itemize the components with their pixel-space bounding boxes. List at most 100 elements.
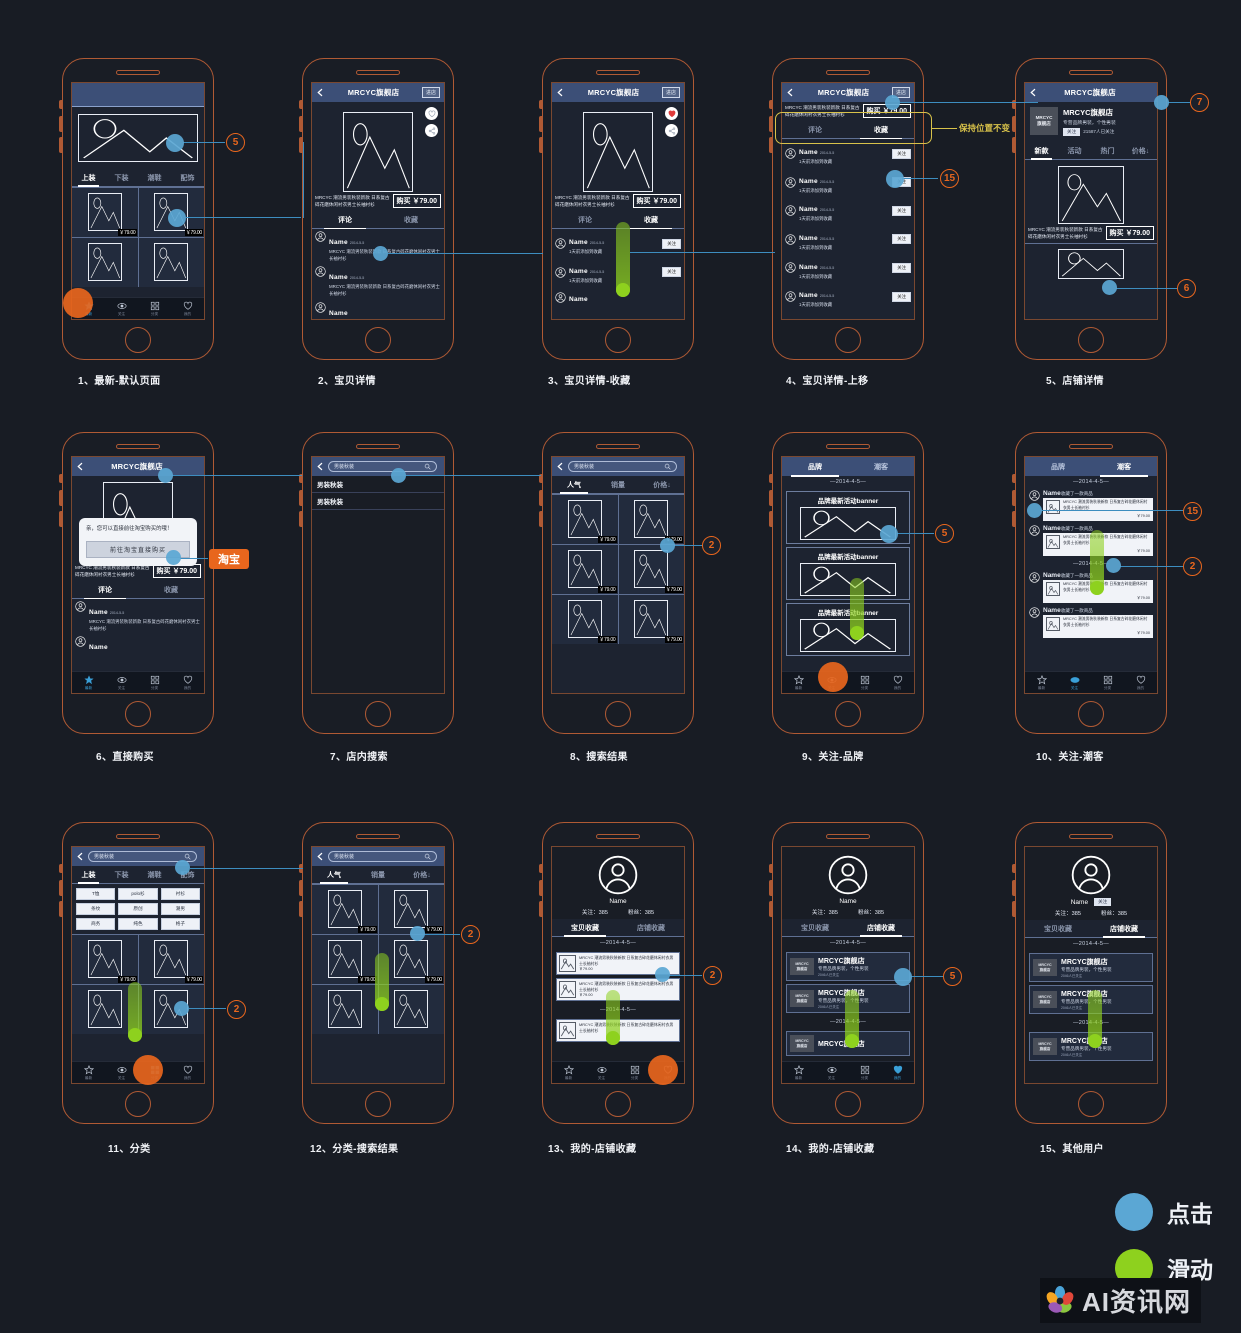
tabbar-item-latest[interactable]: 最新 [72, 672, 105, 693]
chip-trend[interactable]: 潮男 [160, 903, 200, 915]
tabbar-item-category[interactable]: 分类 [848, 1062, 881, 1083]
phone-home-button[interactable] [1078, 327, 1104, 353]
shop-product-item[interactable] [1025, 160, 1157, 224]
product-cell[interactable]: ￥79.00 [618, 595, 684, 644]
tab-activity[interactable]: 活动 [1058, 142, 1091, 159]
feed-item[interactable]: Name收藏了一款商品 MRCYC 潮流男装秋装新款 日系复古碎花磨休闲衬衣男士… [1025, 605, 1157, 640]
tab-bottoms[interactable]: 下装 [105, 169, 138, 186]
chip-shirt[interactable]: 衬衫 [160, 888, 200, 900]
product-cell[interactable] [138, 238, 204, 287]
tab-collections[interactable]: 收藏 [138, 581, 204, 598]
suggestion-item[interactable]: 男装秋装 [312, 493, 444, 510]
favorite-button[interactable] [425, 107, 438, 120]
chip-solid[interactable]: 纯色 [118, 918, 158, 930]
enter-shop-button[interactable]: 进店 [421, 87, 440, 98]
tabbar-item-latest[interactable]: 最新 [782, 672, 815, 693]
product-cell[interactable]: ￥79.00 [72, 188, 138, 237]
follow-user-button[interactable]: 关注 [1094, 898, 1112, 906]
tab-trendsetter[interactable]: 潮客 [1091, 457, 1157, 477]
tab-brand[interactable]: 品牌 [782, 457, 848, 477]
tabbar-item-follow[interactable]: 关注 [585, 1062, 618, 1083]
tab-popularity[interactable]: 人气 [552, 476, 596, 494]
share-button[interactable] [425, 124, 438, 137]
enter-shop-button[interactable]: 进店 [661, 87, 680, 98]
tabbar-item-category[interactable]: 分类 [848, 672, 881, 693]
shop-collection-item[interactable]: MRCYC 旗舰店 MRCYC旗舰店 专营品牌男装，个性男装 2046人已关注 [786, 952, 910, 981]
tabbar-item-follow[interactable]: 关注 [105, 298, 138, 319]
banner-card[interactable]: 品牌最新活动banner [786, 547, 910, 600]
chip-polo[interactable]: polo衫 [118, 888, 158, 900]
back-icon[interactable] [76, 462, 85, 471]
buy-button[interactable]: 购买 ￥79.00 [392, 194, 441, 209]
tabbar-item-follow[interactable]: 关注 [1058, 672, 1091, 693]
tabbar-item-mine[interactable]: 我的 [171, 298, 204, 319]
collect-list[interactable]: Name 2014-5-5 1天前添加到收藏 关注 Name 2014-5-5 1天前添加… [782, 139, 914, 319]
product-cell[interactable]: ￥79.00 [618, 495, 684, 544]
bottom-tabbar[interactable]: 最新 关注 分类 我的 [782, 671, 914, 693]
tab-shoes[interactable]: 潮鞋 [138, 866, 171, 883]
tabbar-item-latest[interactable]: 最新 [72, 1062, 105, 1083]
tabbar-item-category[interactable]: 分类 [138, 672, 171, 693]
results-grid-area[interactable]: ￥79.00 ￥79.00 ￥79.00 ￥79.00 ￥79.00 ￥79.0… [552, 494, 684, 693]
bottom-tabbar[interactable]: 最新 关注 分类 我的 [72, 671, 204, 693]
category-chip-group[interactable]: T恤 polo衫 衬衫 条纹 原创 潮男 商务 纯色 格子 [72, 884, 204, 934]
bottom-tabbar[interactable]: 最新 关注 分类 我的 [1025, 671, 1157, 693]
tab-price[interactable]: 价格↓ [640, 476, 684, 493]
follow-button[interactable]: 关注 [892, 148, 911, 159]
phone-home-button[interactable] [835, 327, 861, 353]
phone-home-button[interactable] [365, 1091, 391, 1117]
phone-home-button[interactable] [1078, 701, 1104, 727]
detail-tabs[interactable]: 评论 收藏 [72, 581, 204, 600]
tab-price[interactable]: 价格↓ [400, 866, 444, 883]
phone-home-button[interactable] [365, 701, 391, 727]
product-cell[interactable]: ￥79.00 [378, 885, 444, 934]
tabbar-item-category[interactable]: 分类 [618, 1062, 651, 1083]
back-icon[interactable] [76, 852, 85, 861]
buy-button[interactable]: 购买 ￥79.00 [632, 194, 681, 209]
favorite-button-active[interactable] [665, 107, 678, 120]
tab-brand[interactable]: 品牌 [1025, 457, 1091, 476]
buy-button[interactable]: 购买 ￥79.00 [1105, 226, 1154, 241]
follow-button[interactable]: 关注 [892, 205, 911, 216]
back-icon[interactable] [316, 88, 325, 97]
tab-tops[interactable]: 上装 [72, 866, 105, 884]
banner-card[interactable]: 品牌最新活动banner [786, 603, 910, 656]
phone-home-button[interactable] [125, 701, 151, 727]
sort-tabs[interactable]: 人气 销量 价格↓ [552, 476, 684, 494]
tab-bottoms[interactable]: 下装 [105, 866, 138, 883]
back-icon[interactable] [316, 852, 325, 861]
follow-shop-button[interactable]: 关注 [1063, 128, 1081, 136]
product-cell[interactable] [72, 238, 138, 287]
tabbar-item-follow[interactable]: 关注 [815, 1062, 848, 1083]
tab-shop-collection[interactable]: 店铺收藏 [848, 919, 914, 937]
tab-shoes[interactable]: 潮鞋 [138, 169, 171, 186]
tab-item-collection[interactable]: 宝贝收藏 [782, 919, 848, 936]
tab-shop-collection[interactable]: 店铺收藏 [1091, 920, 1157, 938]
tab-comments[interactable]: 评论 [72, 581, 138, 600]
tabbar-item-category[interactable]: 分类 [1091, 672, 1124, 693]
search-suggestions[interactable]: 男装秋装 男装秋装 [312, 476, 444, 510]
shop-product-list[interactable]: MRCYC 潮流男装秋装新款 日系复古碎花磨休闲衬衣男士长袖衬衫 购买 ￥79.… [1025, 160, 1157, 319]
tabbar-item-latest[interactable]: 最新 [1025, 672, 1058, 693]
tab-price[interactable]: 价格↓ [1124, 142, 1157, 159]
product-cell[interactable]: ￥79.00 [552, 595, 618, 644]
phone-home-button[interactable] [835, 701, 861, 727]
tab-tops[interactable]: 上装 [72, 169, 105, 187]
tab-accessories[interactable]: 配饰 [171, 169, 204, 186]
product-cell[interactable]: ￥79.00 [618, 545, 684, 594]
tabbar-item-mine[interactable]: 我的 [1124, 672, 1157, 693]
buy-button[interactable]: 购买 ￥79.00 [152, 564, 201, 579]
search-input[interactable]: 男装秋装 [568, 461, 677, 472]
tabbar-item-follow[interactable]: 关注 [105, 672, 138, 693]
tab-popularity[interactable]: 人气 [312, 866, 356, 884]
tab-hot[interactable]: 热门 [1091, 142, 1124, 159]
tab-item-collection[interactable]: 宝贝收藏 [1025, 920, 1091, 937]
tabbar-item-latest[interactable]: 最新 [552, 1062, 585, 1083]
search-icon[interactable] [424, 853, 431, 860]
comment-list[interactable]: Name 2014-5-5 MRCYC 潮流男装秋装新款 日系复古碎花磨休闲衬衣男… [312, 229, 444, 319]
detail-tabs[interactable]: 评论 收藏 [312, 211, 444, 230]
phone-home-button[interactable] [835, 1091, 861, 1117]
tabbar-item-mine[interactable]: 我的 [171, 1062, 204, 1083]
feed-item[interactable]: Name收藏了一款商品 MRCYC 潮流男装秋装新款 日系复古碎花磨休闲衬衣男士… [1025, 488, 1157, 523]
tab-new[interactable]: 新款 [1025, 142, 1058, 160]
